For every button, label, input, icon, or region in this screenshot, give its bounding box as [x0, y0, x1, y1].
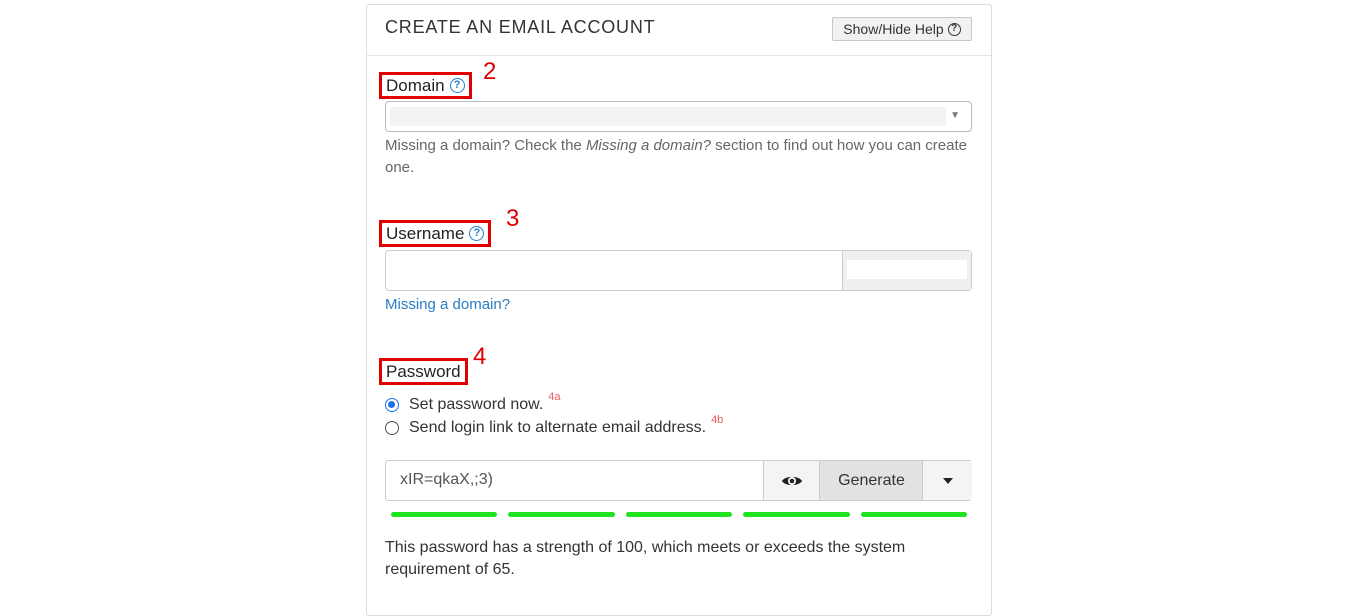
- missing-domain-link[interactable]: Missing a domain?: [385, 296, 510, 313]
- username-help-icon[interactable]: ?: [469, 226, 485, 241]
- step-number-4: 4: [473, 343, 487, 370]
- step-number-3: 3: [506, 205, 520, 232]
- caret-down-icon: [942, 477, 953, 484]
- step-number-2: 2: [483, 58, 497, 85]
- domain-help-text: Missing a domain? Check the Missing a do…: [385, 137, 967, 176]
- set-password-now-label: Set password now.: [409, 396, 544, 413]
- page-title: CREATE AN EMAIL ACCOUNT: [385, 17, 656, 37]
- password-input[interactable]: xIR=qkaX,;3): [400, 471, 493, 489]
- username-domain-suffix: [847, 260, 967, 279]
- strength-segment: [743, 512, 850, 517]
- panel-header: CREATE AN EMAIL ACCOUNT Show/Hide Help ?: [367, 5, 991, 56]
- domain-help-italic: Missing a domain?: [585, 137, 711, 154]
- generate-options-dropdown[interactable]: [922, 461, 972, 500]
- generate-password-button[interactable]: Generate: [819, 461, 923, 500]
- tag-4b: 4b: [711, 414, 724, 426]
- username-label-annotation: Username ?: [379, 220, 492, 247]
- dropdown-caret-icon: ▼: [950, 110, 960, 121]
- password-label-annotation: Password: [379, 358, 468, 385]
- help-toggle-label: Show/Hide Help: [843, 21, 944, 37]
- username-input[interactable]: [385, 250, 972, 291]
- password-strength-meter: [391, 512, 968, 517]
- show-password-button[interactable]: [763, 461, 820, 500]
- username-domain-addon: [842, 251, 971, 290]
- password-label: Password: [386, 361, 461, 381]
- create-email-panel: CREATE AN EMAIL ACCOUNT Show/Hide Help ?…: [366, 4, 992, 616]
- strength-segment: [625, 512, 733, 517]
- strength-segment: [860, 512, 968, 517]
- send-login-link-option[interactable]: Send login link to alternate email addre…: [385, 414, 723, 437]
- domain-label-annotation: Domain ?: [379, 72, 472, 99]
- password-strength-text: This password has a strength of 100, whi…: [385, 539, 906, 578]
- password-input-group: xIR=qkaX,;3) Generate: [385, 460, 972, 501]
- tag-4a: 4a: [548, 391, 561, 403]
- question-circle-icon: ?: [947, 22, 961, 36]
- domain-help-icon[interactable]: ?: [449, 78, 465, 93]
- strength-segment: [391, 512, 498, 517]
- domain-select-value: [390, 107, 946, 126]
- set-password-now-option[interactable]: Set password now. 4a: [385, 391, 561, 414]
- send-login-link-radio[interactable]: [385, 421, 399, 435]
- domain-select[interactable]: ▼: [385, 101, 972, 132]
- eye-icon: [782, 476, 802, 485]
- set-password-now-radio[interactable]: [385, 398, 399, 412]
- send-login-link-label: Send login link to alternate email addre…: [409, 419, 707, 436]
- strength-segment: [508, 512, 615, 517]
- show-hide-help-button[interactable]: Show/Hide Help ?: [832, 17, 972, 41]
- username-label: Username: [386, 223, 465, 243]
- domain-label: Domain: [386, 75, 445, 95]
